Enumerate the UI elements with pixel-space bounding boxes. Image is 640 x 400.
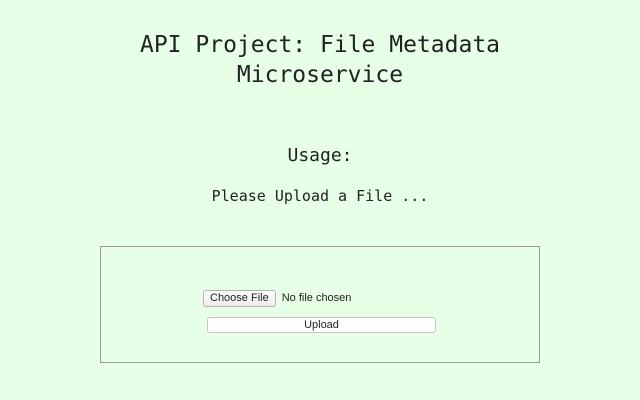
upload-panel: Choose File No file chosen Upload bbox=[100, 246, 540, 363]
file-status-text: No file chosen bbox=[281, 292, 352, 304]
page-title: API Project: File Metadata Microservice bbox=[0, 30, 640, 90]
page-title-line-1: API Project: File Metadata bbox=[139, 32, 501, 58]
usage-heading: Usage: bbox=[287, 145, 353, 166]
page-title-line-2: Microservice bbox=[236, 62, 404, 88]
usage-instruction: Please Upload a File ... bbox=[211, 187, 429, 205]
file-input[interactable]: Choose File No file chosen bbox=[203, 289, 351, 307]
choose-file-button[interactable]: Choose File bbox=[203, 289, 276, 307]
upload-button[interactable]: Upload bbox=[207, 317, 436, 333]
